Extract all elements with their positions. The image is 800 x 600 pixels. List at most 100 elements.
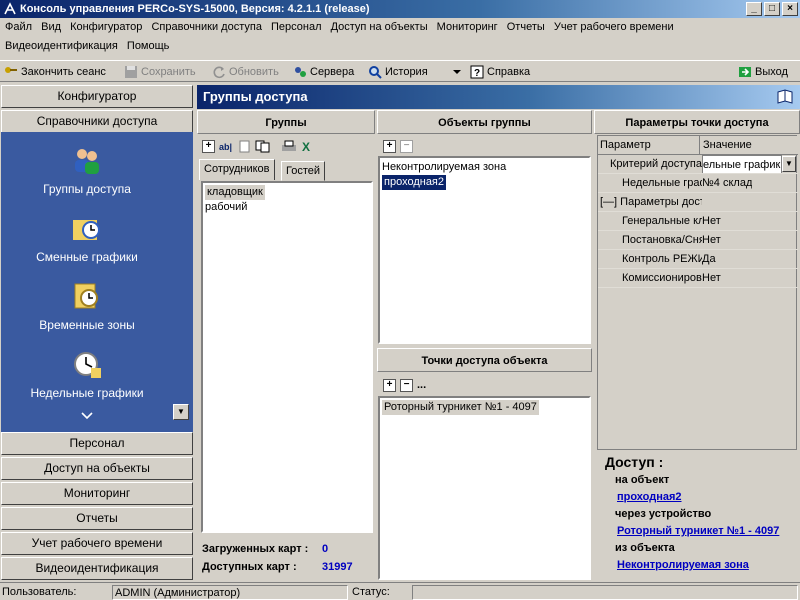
refresh-label: Обновить [229, 66, 279, 78]
folder-clock-icon [73, 220, 100, 240]
maximize-button[interactable]: □ [764, 2, 780, 16]
menu-access-dirs[interactable]: Справочники доступа [148, 18, 264, 37]
servers-label: Сервера [310, 66, 355, 78]
param-row-criterion[interactable]: Критерий доступа ельные графики ▼ [598, 155, 798, 174]
param-row-arming[interactable]: Постановка/Снятие Нет [598, 231, 798, 250]
criterion-value[interactable]: ельные графики [702, 155, 782, 173]
add-group-icon[interactable]: + [202, 139, 215, 153]
list-item[interactable]: кладовщик [203, 185, 371, 200]
excel-icon[interactable]: X [301, 140, 317, 153]
menu-personnel[interactable]: Персонал [268, 18, 325, 37]
menu-configurator[interactable]: Конфигуратор [67, 18, 145, 37]
servers-button[interactable]: Сервера [293, 63, 354, 81]
help-button[interactable]: ? Справка [470, 63, 530, 81]
nav-item-shift-schedules[interactable]: Сменные графики [1, 212, 173, 264]
minimize-button[interactable]: _ [746, 2, 762, 16]
svg-text:X: X [302, 140, 310, 153]
remove-point-icon[interactable]: − [400, 378, 413, 392]
more-icon[interactable]: ... [417, 379, 426, 391]
refresh-button[interactable]: Обновить [212, 63, 279, 81]
end-session-button[interactable]: Закончить сеанс [4, 63, 106, 81]
nav-panel: Группы доступа Сменные графики Временные… [1, 132, 193, 432]
menu-reports[interactable]: Отчеты [504, 18, 548, 37]
remove-object-icon[interactable]: − [400, 139, 413, 153]
nav-access-dirs[interactable]: Справочники доступа [1, 110, 193, 133]
exit-button[interactable]: Выход [738, 63, 788, 81]
access-title: Доступ : [605, 454, 664, 470]
from-object-label: из объекта [615, 542, 675, 554]
menu-access-objects[interactable]: Доступ на объекты [328, 18, 431, 37]
help-book-icon[interactable] [776, 88, 794, 106]
nav-video-id[interactable]: Видеоидентификация [1, 557, 193, 580]
nav-time-tracking[interactable]: Учет рабочего времени [1, 532, 193, 555]
to-object-label: на объект [615, 474, 670, 486]
menu-time-tracking[interactable]: Учет рабочего времени [551, 18, 677, 37]
toolbar: Закончить сеанс Сохранить Обновить Серве… [0, 60, 800, 82]
document-icon[interactable] [239, 140, 251, 153]
list-item[interactable]: рабочий [203, 200, 371, 215]
page-header: Группы доступа [197, 85, 800, 109]
groups-toolbar: + ab| X [202, 137, 317, 155]
list-item[interactable]: Роторный турникет №1 - 4097 [380, 400, 589, 415]
device-link[interactable]: Роторный турникет №1 - 4097 [617, 525, 779, 537]
menu-view[interactable]: Вид [38, 18, 64, 37]
params-grid: Параметр Значение Критерий доступа ельны… [597, 135, 798, 450]
available-cards: Доступных карт : 31997 [202, 561, 353, 573]
menu-monitoring[interactable]: Мониторинг [434, 18, 501, 37]
menu-video-id[interactable]: Видеоидентификация [2, 37, 121, 56]
nav-configurator[interactable]: Конфигуратор [1, 85, 193, 108]
menu-help[interactable]: Помощь [124, 37, 173, 56]
objects-list: Неконтролируемая зона проходная2 [378, 156, 591, 344]
nav-item-weekly-schedules[interactable]: Недельные графики [1, 348, 173, 400]
objects-toolbar: + − [383, 137, 413, 155]
criterion-dropdown-button[interactable]: ▼ [782, 156, 796, 172]
loaded-cards: Загруженных карт : 0 [202, 543, 328, 555]
close-button[interactable]: × [782, 2, 798, 16]
svg-text:?: ? [474, 68, 480, 79]
menu-file[interactable]: Файл [2, 18, 35, 37]
history-button[interactable]: История [368, 63, 428, 81]
page-title: Группы доступа [203, 89, 308, 104]
nav-access-objects[interactable]: Доступ на объекты [1, 457, 193, 480]
groups-header: Группы [197, 110, 375, 134]
status-bar: Пользователь: ADMIN (Администратор) Стат… [0, 582, 800, 600]
via-device-label: через устройство [615, 508, 712, 520]
param-row-weekly[interactable]: Недельные графики №4 склад [598, 174, 798, 193]
nav-item-time-zones[interactable]: Временные зоны [1, 280, 173, 332]
tab-guests[interactable]: Гостей [281, 161, 326, 181]
user-value: ADMIN (Администратор) [112, 585, 348, 600]
nav-item-label: Сменные графики [36, 250, 138, 264]
objects-header: Объекты группы [377, 110, 592, 134]
access-summary: Доступ : на объект проходная2 через устр… [597, 452, 800, 580]
list-item[interactable]: проходная2 [380, 175, 589, 190]
rename-icon[interactable]: ab| [219, 140, 235, 153]
save-label: Сохранить [141, 66, 196, 78]
nav-reports[interactable]: Отчеты [1, 507, 193, 530]
history-dropdown-button[interactable] [450, 63, 464, 81]
add-object-icon[interactable]: + [383, 139, 396, 153]
copy-icon[interactable] [255, 140, 271, 153]
nav-item-label: Временные зоны [39, 318, 135, 332]
param-row-access-group[interactable]: [—] Параметры доступа [598, 193, 798, 212]
object-link[interactable]: проходная2 [617, 491, 682, 503]
nav-scroll-down-button[interactable]: ▼ [173, 404, 189, 420]
loaded-cards-label: Загруженных карт : [202, 543, 309, 555]
user-label: Пользователь: [2, 586, 77, 598]
param-row-commissioning[interactable]: Комиссионирование Нет [598, 269, 798, 288]
param-row-general-keys[interactable]: Генеральные ключи Нет [598, 212, 798, 231]
print-icon[interactable] [281, 140, 297, 153]
add-point-icon[interactable]: + [383, 378, 396, 392]
keys-icon [5, 67, 17, 73]
nav-monitoring[interactable]: Мониторинг [1, 482, 193, 505]
tab-employees[interactable]: Сотрудников [199, 159, 275, 180]
loaded-cards-value: 0 [322, 543, 329, 555]
save-button[interactable]: Сохранить [124, 63, 196, 81]
servers-icon [295, 67, 306, 77]
list-item[interactable]: Неконтролируемая зона [380, 160, 589, 175]
param-row-mode-control[interactable]: Контроль РЕЖИМА Да [598, 250, 798, 269]
from-object-link[interactable]: Неконтролируемая зона [617, 559, 749, 571]
nav-item-access-groups[interactable]: Группы доступа [1, 144, 173, 196]
title-bar: Консоль управления PERCo-SYS-15000, Верс… [0, 0, 800, 18]
nav-personnel[interactable]: Персонал [1, 432, 193, 455]
stopwatch-icon [74, 352, 101, 378]
